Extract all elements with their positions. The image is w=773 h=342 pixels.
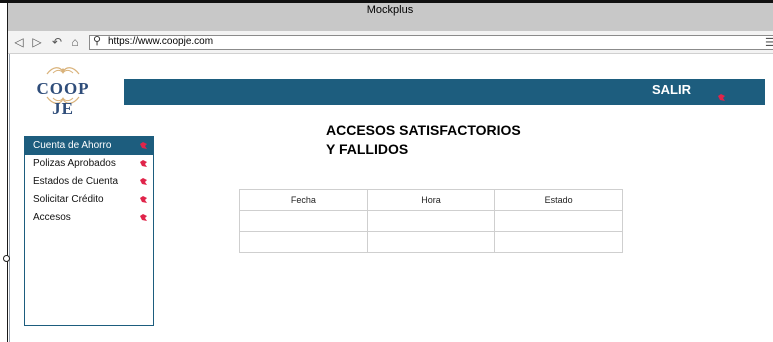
sidebar-item-solicitar-credito[interactable]: Solicitar Crédito xyxy=(25,191,153,209)
table-cell xyxy=(366,231,496,253)
column-header-hora: Hora xyxy=(366,189,496,211)
page-title: ACCESOS SATISFACTORIOS Y FALLIDOS xyxy=(326,121,521,159)
access-table: Fecha Hora Estado xyxy=(239,189,623,253)
sidebar-item-accesos[interactable]: Accesos xyxy=(25,209,153,227)
sidebar-item-label: Accesos xyxy=(33,212,71,223)
table-row xyxy=(239,231,623,253)
home-icon[interactable]: ⌂ xyxy=(69,36,81,48)
sidebar-item-label: Estados de Cuenta xyxy=(33,176,119,187)
window-left-border-inner xyxy=(9,31,10,342)
table-cell xyxy=(239,210,368,232)
sidebar-item-cuenta-de-ahorro[interactable]: Cuenta de Ahorro xyxy=(25,137,153,155)
nav-arrow-icon xyxy=(140,214,147,221)
page-title-line2: Y FALLIDOS xyxy=(326,141,409,157)
search-icon: ⚲ xyxy=(93,35,102,47)
back-icon[interactable]: ◁ xyxy=(13,36,25,48)
table-cell xyxy=(494,231,623,253)
page-title-line1: ACCESOS SATISFACTORIOS xyxy=(326,122,521,138)
menu-icon[interactable]: ☰ xyxy=(765,36,773,49)
sidebar-item-label: Cuenta de Ahorro xyxy=(33,140,112,151)
logo-text: COOP JE xyxy=(36,79,90,118)
sidebar-item-label: Solicitar Crédito xyxy=(33,194,104,205)
column-header-fecha: Fecha xyxy=(239,189,368,211)
table-cell xyxy=(494,210,623,232)
nav-arrow-icon xyxy=(140,178,147,185)
exit-icon[interactable] xyxy=(718,94,725,101)
sidebar-item-label: Polizas Aprobados xyxy=(33,158,116,169)
nav-arrow-icon xyxy=(140,160,147,167)
table-row xyxy=(239,210,623,232)
sidebar-item-polizas-aprobados[interactable]: Polizas Aprobados xyxy=(25,155,153,173)
table-cell xyxy=(366,210,496,232)
nav-arrow-icon xyxy=(140,196,147,203)
table-cell xyxy=(239,231,368,253)
address-text[interactable]: https://www.coopje.com xyxy=(108,35,213,48)
table-header-row: Fecha Hora Estado xyxy=(239,189,623,211)
resize-handle[interactable] xyxy=(3,255,10,262)
window-title: Mockplus xyxy=(366,4,414,16)
logout-button[interactable]: SALIR xyxy=(652,82,691,97)
refresh-icon[interactable]: ↶ xyxy=(51,36,63,48)
sidebar-item-estados-de-cuenta[interactable]: Estados de Cuenta xyxy=(25,173,153,191)
column-header-estado: Estado xyxy=(494,189,623,211)
nav-arrow-icon xyxy=(140,142,147,149)
forward-icon[interactable]: ▷ xyxy=(31,36,43,48)
